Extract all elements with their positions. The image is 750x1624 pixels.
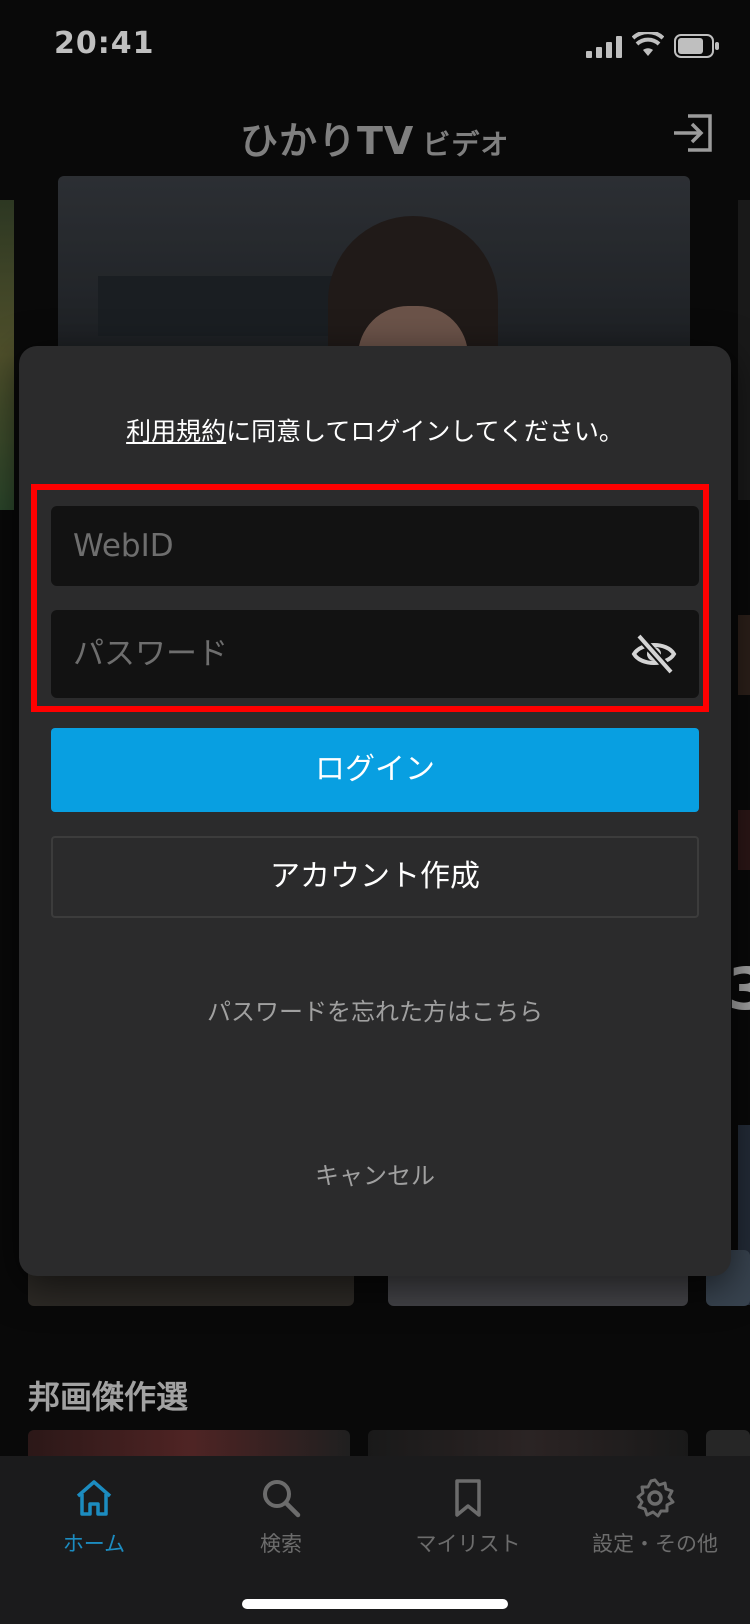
tab-search[interactable]: 検索 [187,1468,375,1568]
login-modal: 利用規約に同意してログインしてください。 WebID パスワード ログイン アカ… [19,346,731,1276]
tab-home[interactable]: ホーム [0,1468,188,1568]
search-icon [263,1480,301,1518]
terms-link[interactable]: 利用規約 [126,417,226,446]
tab-label: 設定・その他 [592,1532,718,1556]
terms-agreement-suffix: に同意してログインしてください。 [226,417,624,446]
login-button[interactable]: ログイン [51,728,699,812]
bookmark-icon [455,1479,481,1517]
gear-icon [636,1478,675,1518]
create-account-button[interactable]: アカウント作成 [51,836,699,918]
credentials-highlight [31,484,709,712]
tab-settings[interactable]: 設定・その他 [561,1468,749,1568]
tab-label: ホーム [62,1532,126,1556]
home-icon [76,1480,112,1516]
tab-mylist[interactable]: マイリスト [374,1468,562,1568]
tab-label: 検索 [260,1532,302,1556]
cancel-button[interactable]: キャンセル [19,1156,731,1191]
forgot-password-link[interactable]: パスワードを忘れた方はこちら [19,992,731,1027]
terms-agreement-text: 利用規約に同意してログインしてください。 [19,412,731,448]
tab-label: マイリスト [415,1532,521,1556]
home-indicator [242,1599,508,1609]
